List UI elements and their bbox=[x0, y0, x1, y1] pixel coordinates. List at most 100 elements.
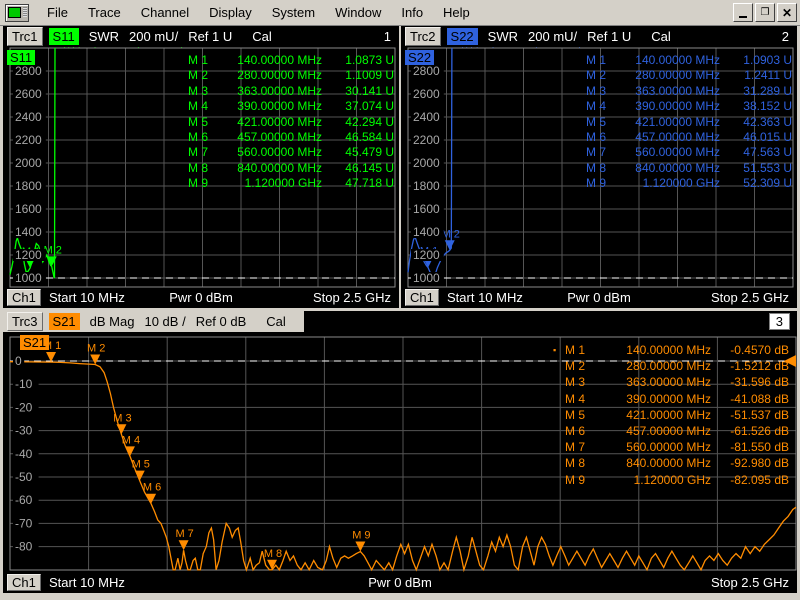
menu-item-window[interactable]: Window bbox=[325, 3, 391, 22]
close-button[interactable]: ✕ bbox=[777, 3, 797, 22]
minimize-button[interactable] bbox=[733, 3, 753, 22]
channel-selector[interactable]: Ch1 bbox=[7, 289, 41, 306]
trace-scale-label: 200 mU/ bbox=[528, 29, 577, 44]
marker-label-m2: M 2 bbox=[87, 343, 105, 355]
sweep-start-label: Start 10 MHz bbox=[49, 290, 125, 305]
trace-scale-label: 10 dB / bbox=[144, 314, 185, 329]
trace-header-trc3: Trc3 S21 dB Mag 10 dB / Ref 0 dB Cal 3 bbox=[3, 311, 797, 332]
marker-row-m9: M 91.120000 GHz52.309 U bbox=[586, 176, 792, 191]
marker-frequency: 840.00000 MHz bbox=[599, 455, 711, 471]
marker-value: 47.718 U bbox=[322, 176, 394, 191]
marker-frequency: 280.00000 MHz bbox=[616, 68, 720, 83]
marker-value: 45.479 U bbox=[322, 145, 394, 160]
y-axis-label: 1400 bbox=[15, 225, 42, 239]
marker-name: M 2 bbox=[565, 358, 599, 374]
trace-param-s11[interactable]: S11 bbox=[49, 28, 79, 45]
app-icon[interactable] bbox=[5, 4, 29, 22]
marker-frequency: 457.00000 MHz bbox=[599, 423, 711, 439]
plot-area-s21[interactable]: S21 ▪M 1140.00000 MHz-0.4570 dBM 2280.00… bbox=[3, 332, 797, 573]
marker-frequency: 457.00000 MHz bbox=[218, 130, 322, 145]
marker-triangle-m4[interactable] bbox=[125, 446, 135, 456]
trace-format-label: SWR bbox=[89, 29, 119, 44]
marker-triangle-m3[interactable] bbox=[116, 424, 126, 434]
marker-name: M 7 bbox=[565, 439, 599, 455]
restore-button[interactable]: ❐ bbox=[755, 3, 775, 22]
window-number-2: 2 bbox=[782, 29, 789, 44]
menu-item-system[interactable]: System bbox=[262, 3, 325, 22]
menu-item-help[interactable]: Help bbox=[433, 3, 480, 22]
marker-name: M 8 bbox=[565, 455, 599, 471]
menu-bar: FileTraceChannelDisplaySystemWindowInfoH… bbox=[0, 0, 800, 26]
menu-item-display[interactable]: Display bbox=[199, 3, 262, 22]
trace-param-s22[interactable]: S22 bbox=[447, 28, 478, 45]
plot-area-s11[interactable]: S11 M 1140.00000 MHz1.0873 UM 2280.00000… bbox=[3, 47, 399, 288]
marker-label-m6: M 6 bbox=[143, 482, 161, 494]
marker-bullet-empty bbox=[553, 439, 565, 455]
menu-item-channel[interactable]: Channel bbox=[131, 3, 199, 22]
trace-selector-trc3[interactable]: Trc3 bbox=[7, 312, 43, 331]
trace-selector-trc2[interactable]: Trc2 bbox=[405, 27, 441, 46]
y-axis-label: 0 bbox=[15, 354, 22, 368]
marker-name: M 1 bbox=[586, 53, 616, 68]
channel-selector[interactable]: Ch1 bbox=[405, 289, 439, 306]
sweep-start-label: Start 10 MHz bbox=[49, 575, 125, 590]
marker-frequency: 363.00000 MHz bbox=[599, 374, 711, 390]
y-axis-label: 2800 bbox=[413, 64, 440, 78]
marker-frequency: 457.00000 MHz bbox=[616, 130, 720, 145]
trace-cal-label: Cal bbox=[266, 314, 286, 329]
y-axis-label: 1200 bbox=[15, 248, 42, 262]
y-axis-label: -10 bbox=[15, 377, 33, 391]
marker-row-m5: M 5421.00000 MHz42.294 U bbox=[188, 115, 394, 130]
marker-value: 47.563 U bbox=[720, 145, 792, 160]
marker-value: 46.584 U bbox=[322, 130, 394, 145]
marker-frequency: 1.120000 GHz bbox=[218, 176, 322, 191]
marker-name: M 9 bbox=[565, 472, 599, 488]
marker-row-m1: M 1140.00000 MHz1.0903 U bbox=[586, 53, 792, 68]
marker-name: M 2 bbox=[188, 68, 218, 83]
y-axis-label: 2800 bbox=[15, 64, 42, 78]
marker-row-m7: M 7560.00000 MHz47.563 U bbox=[586, 145, 792, 160]
marker-value: -0.4570 dB bbox=[711, 342, 789, 358]
marker-label-m9: M 9 bbox=[352, 529, 370, 541]
marker-value: -1.5212 dB bbox=[711, 358, 789, 374]
marker-frequency: 421.00000 MHz bbox=[616, 115, 720, 130]
marker-frequency: 560.00000 MHz bbox=[616, 145, 720, 160]
marker-value: -41.088 dB bbox=[711, 391, 789, 407]
menu-item-info[interactable]: Info bbox=[391, 3, 433, 22]
trace-selector-trc1[interactable]: Trc1 bbox=[7, 27, 43, 46]
trace-param-s21[interactable]: S21 bbox=[49, 313, 80, 330]
marker-name: M 5 bbox=[586, 115, 616, 130]
marker-row-m1: M 1140.00000 MHz1.0873 U bbox=[188, 53, 394, 68]
active-marker-bullet: ▪ bbox=[553, 342, 565, 358]
marker-triangle-m2[interactable] bbox=[90, 355, 100, 365]
plot-area-s22[interactable]: S22 M 1140.00000 MHz1.0903 UM 2280.00000… bbox=[401, 47, 797, 288]
marker-frequency: 140.00000 MHz bbox=[218, 53, 322, 68]
channel-selector[interactable]: Ch1 bbox=[7, 574, 41, 591]
menu-bar-items: FileTraceChannelDisplaySystemWindowInfoH… bbox=[37, 3, 480, 22]
marker-frequency: 560.00000 MHz bbox=[599, 439, 711, 455]
app-icon-screen bbox=[8, 7, 21, 18]
menu-item-file[interactable]: File bbox=[37, 3, 78, 22]
marker-name: M 3 bbox=[188, 84, 218, 99]
marker-frequency: 1.120000 GHz bbox=[599, 472, 711, 488]
y-axis-label: 1600 bbox=[413, 202, 440, 216]
marker-triangle-m7[interactable] bbox=[179, 540, 189, 550]
window-number-1: 1 bbox=[384, 29, 391, 44]
marker-bullet-empty bbox=[553, 455, 565, 471]
y-axis-label: -20 bbox=[15, 400, 33, 414]
marker-value: -61.526 dB bbox=[711, 423, 789, 439]
marker-triangle-m5[interactable] bbox=[135, 471, 145, 481]
restore-icon: ❐ bbox=[761, 8, 770, 18]
marker-value: -31.596 dB bbox=[711, 374, 789, 390]
marker-frequency: 363.00000 MHz bbox=[218, 84, 322, 99]
marker-value: 30.141 U bbox=[322, 84, 394, 99]
pane-trc1: Trc1 S11 SWR 200 mU/ Ref 1 U Cal 1 S11 M… bbox=[3, 26, 399, 308]
y-axis-label: -40 bbox=[15, 447, 33, 461]
marker-row-m7: M 7560.00000 MHz-81.550 dB bbox=[553, 439, 789, 455]
menu-item-trace[interactable]: Trace bbox=[78, 3, 131, 22]
marker-name: M 5 bbox=[188, 115, 218, 130]
active-trace-strip: Trc3 S21 dB Mag 10 dB / Ref 0 dB Cal bbox=[3, 311, 304, 332]
marker-value: -92.980 dB bbox=[711, 455, 789, 471]
trace-ref-label: Ref 1 U bbox=[188, 29, 232, 44]
marker-row-m7: M 7560.00000 MHz45.479 U bbox=[188, 145, 394, 160]
